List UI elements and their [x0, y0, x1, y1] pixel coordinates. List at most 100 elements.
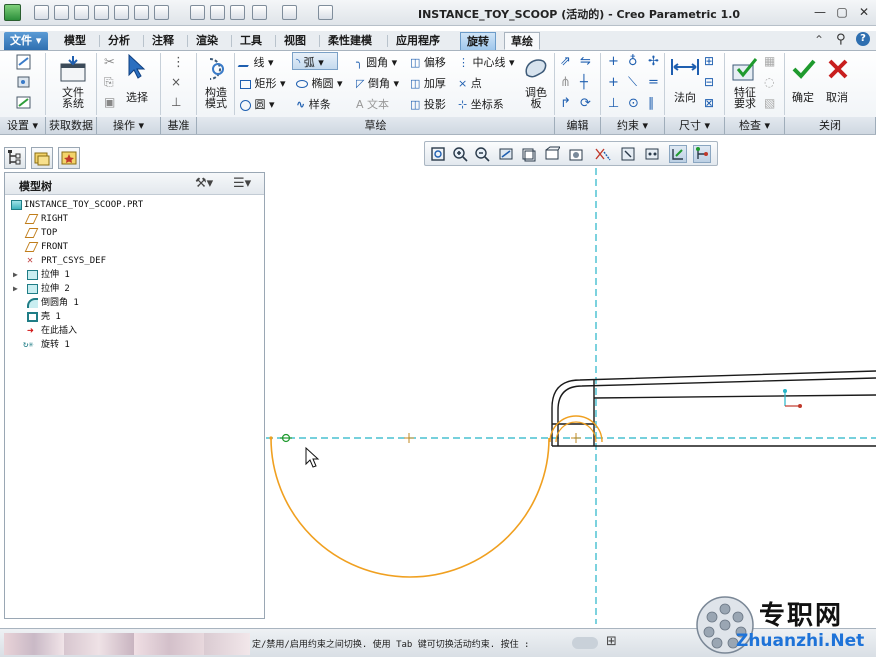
spin-center-button[interactable] — [619, 145, 637, 163]
coincident-constraint-marker[interactable] — [280, 433, 292, 443]
tab-render[interactable]: 渲染 — [190, 32, 224, 50]
reference-dim-icon[interactable]: ⊠ — [704, 96, 714, 110]
construct-mode-icon[interactable] — [202, 55, 228, 83]
tree-item-insert-here[interactable]: ➜ 在此插入 — [5, 324, 264, 338]
close-button[interactable]: ✕ — [856, 5, 872, 19]
check-icon[interactable] — [210, 5, 225, 20]
palette-icon[interactable] — [521, 55, 549, 81]
close-window-icon[interactable] — [190, 5, 205, 20]
search-icon[interactable]: ⚲ — [836, 32, 846, 47]
shade-closed-icon[interactable]: ▦ — [764, 54, 775, 68]
customize-toolbar-icon[interactable] — [318, 5, 333, 20]
folder-icon[interactable] — [230, 5, 245, 20]
coordsys-button[interactable]: ⊹ 坐标系 — [458, 96, 504, 112]
arc-center-marker[interactable] — [404, 433, 414, 443]
tab-sketch[interactable]: 草绘 — [504, 32, 540, 50]
divide-icon[interactable]: ⋔ — [560, 75, 571, 90]
symmetric-constraint-icon[interactable]: ✢ — [648, 54, 659, 69]
paste-icon[interactable]: ▣ — [104, 95, 115, 109]
overlap-geometry-icon[interactable]: ▧ — [764, 96, 775, 110]
minimize-button[interactable]: — — [812, 5, 828, 19]
text-button[interactable]: A 文本 — [356, 96, 389, 112]
copy-icon[interactable]: ⎘ — [104, 75, 114, 90]
tab-file[interactable]: 文件 ▾ — [4, 32, 48, 50]
circle-button[interactable]: 圆 ▾ — [240, 96, 275, 112]
expand-arrow-icon[interactable]: ▶ — [13, 282, 18, 296]
tab-flexible-modeling[interactable]: 柔性建模 — [322, 32, 378, 50]
sketcher-display-button[interactable] — [643, 145, 661, 163]
zoom-in-button[interactable] — [451, 145, 469, 163]
centerline-button[interactable]: ⋮ 中心线 ▾ — [458, 54, 515, 70]
open-file-icon[interactable] — [54, 5, 69, 20]
parallel-constraint-icon[interactable]: ∥ — [648, 96, 655, 111]
perpendicular-constraint-icon[interactable]: ⊥ — [608, 96, 619, 111]
refit-button[interactable] — [429, 145, 447, 163]
print-icon[interactable] — [114, 5, 129, 20]
sketch-canvas[interactable] — [266, 168, 876, 624]
tree-item-csys[interactable]: ✕ PRT_CSYS_DEF — [5, 254, 264, 268]
sketch-orient-button[interactable] — [669, 145, 687, 163]
undo-icon[interactable] — [252, 5, 267, 20]
zoom-out-button[interactable] — [473, 145, 491, 163]
group-label-dimension[interactable]: 尺寸 ▾ — [665, 117, 725, 134]
line-button[interactable]: 线 ▾ — [237, 54, 274, 70]
arc-button[interactable]: ◝ 弧 ▾ — [292, 52, 338, 70]
new-file-icon[interactable] — [34, 5, 49, 20]
tab-model[interactable]: 模型 — [58, 32, 92, 50]
constraint-display-button[interactable] — [693, 145, 711, 163]
tree-item-top-plane[interactable]: TOP — [5, 226, 264, 240]
select-arrow-icon[interactable] — [124, 53, 146, 79]
expand-arrow-icon[interactable]: ▶ — [13, 268, 18, 282]
sketch-setup-icon[interactable] — [14, 53, 34, 71]
coincident-constraint-icon[interactable]: ⊙ — [628, 96, 639, 111]
datum-point-icon[interactable]: × — [171, 75, 181, 89]
tab-view[interactable]: 视图 — [278, 32, 312, 50]
highlight-open-icon[interactable]: ◌ — [764, 75, 774, 89]
window-icon[interactable] — [154, 5, 169, 20]
cancel-x-icon[interactable] — [824, 57, 852, 81]
smart-filter-icon[interactable]: ⊞ — [606, 634, 617, 649]
feature-requirements-icon[interactable] — [730, 55, 760, 83]
midpoint-constraint-icon[interactable]: ⟍ — [628, 75, 637, 90]
save-copy-icon[interactable] — [94, 5, 109, 20]
cut-icon[interactable]: ✂ — [104, 55, 115, 70]
tree-item-extrude-1[interactable]: ▶ 拉伸 1 — [5, 268, 264, 282]
chamfer-button[interactable]: ◸ 倒角 ▾ — [356, 75, 399, 91]
favorites-tab[interactable] — [58, 147, 80, 169]
mirror-icon[interactable]: ⇋ — [580, 54, 591, 69]
redo-icon[interactable] — [282, 5, 297, 20]
tangent-constraint-icon[interactable]: ♁ — [628, 54, 638, 69]
vertical-constraint-icon[interactable]: + — [608, 54, 619, 69]
file-system-icon[interactable] — [58, 55, 88, 85]
help-icon[interactable]: ? — [856, 32, 870, 46]
creo-app-icon[interactable] — [4, 4, 21, 21]
maximize-button[interactable]: ▢ — [834, 5, 850, 19]
group-label-constrain[interactable]: 约束 ▾ — [601, 117, 665, 134]
datum-display-button[interactable] — [593, 145, 611, 163]
ok-button[interactable]: 确定 — [792, 89, 814, 105]
arc-endpoint[interactable] — [269, 436, 273, 440]
folder-browser-tab[interactable] — [31, 147, 53, 169]
repaint-button[interactable] — [497, 145, 515, 163]
select-button[interactable]: 选择 — [126, 89, 148, 105]
rotate-resize-icon[interactable]: ⟳ — [580, 96, 591, 111]
tab-analysis[interactable]: 分析 — [102, 32, 136, 50]
tree-settings-icon[interactable]: ⚒▾ — [195, 176, 213, 191]
feature-requirements-button[interactable]: 特征 要求 — [733, 87, 757, 109]
project-button[interactable]: ◫ 投影 — [410, 96, 446, 112]
perimeter-icon[interactable]: ⊞ — [704, 54, 714, 68]
ellipse-button[interactable]: 椭圆 ▾ — [296, 75, 343, 91]
corner-icon[interactable]: ↱ — [560, 96, 571, 111]
tree-item-shell-1[interactable]: 壳 1 — [5, 310, 264, 324]
small-arc-center-marker[interactable] — [571, 433, 581, 443]
file-system-button[interactable]: 文件 系统 — [58, 87, 88, 109]
datum-centerline-icon[interactable]: ⋮ — [172, 55, 185, 70]
tab-applications[interactable]: 应用程序 — [390, 32, 446, 50]
model-tree-tab[interactable] — [4, 147, 26, 169]
offset-button[interactable]: ◫ 偏移 — [410, 54, 446, 70]
cancel-button[interactable]: 取消 — [826, 89, 848, 105]
tree-item-part[interactable]: INSTANCE_TOY_SCOOP.PRT — [5, 198, 264, 212]
view-manager-button[interactable] — [567, 145, 585, 163]
references-icon[interactable] — [14, 73, 34, 91]
tree-item-extrude-2[interactable]: ▶ 拉伸 2 — [5, 282, 264, 296]
